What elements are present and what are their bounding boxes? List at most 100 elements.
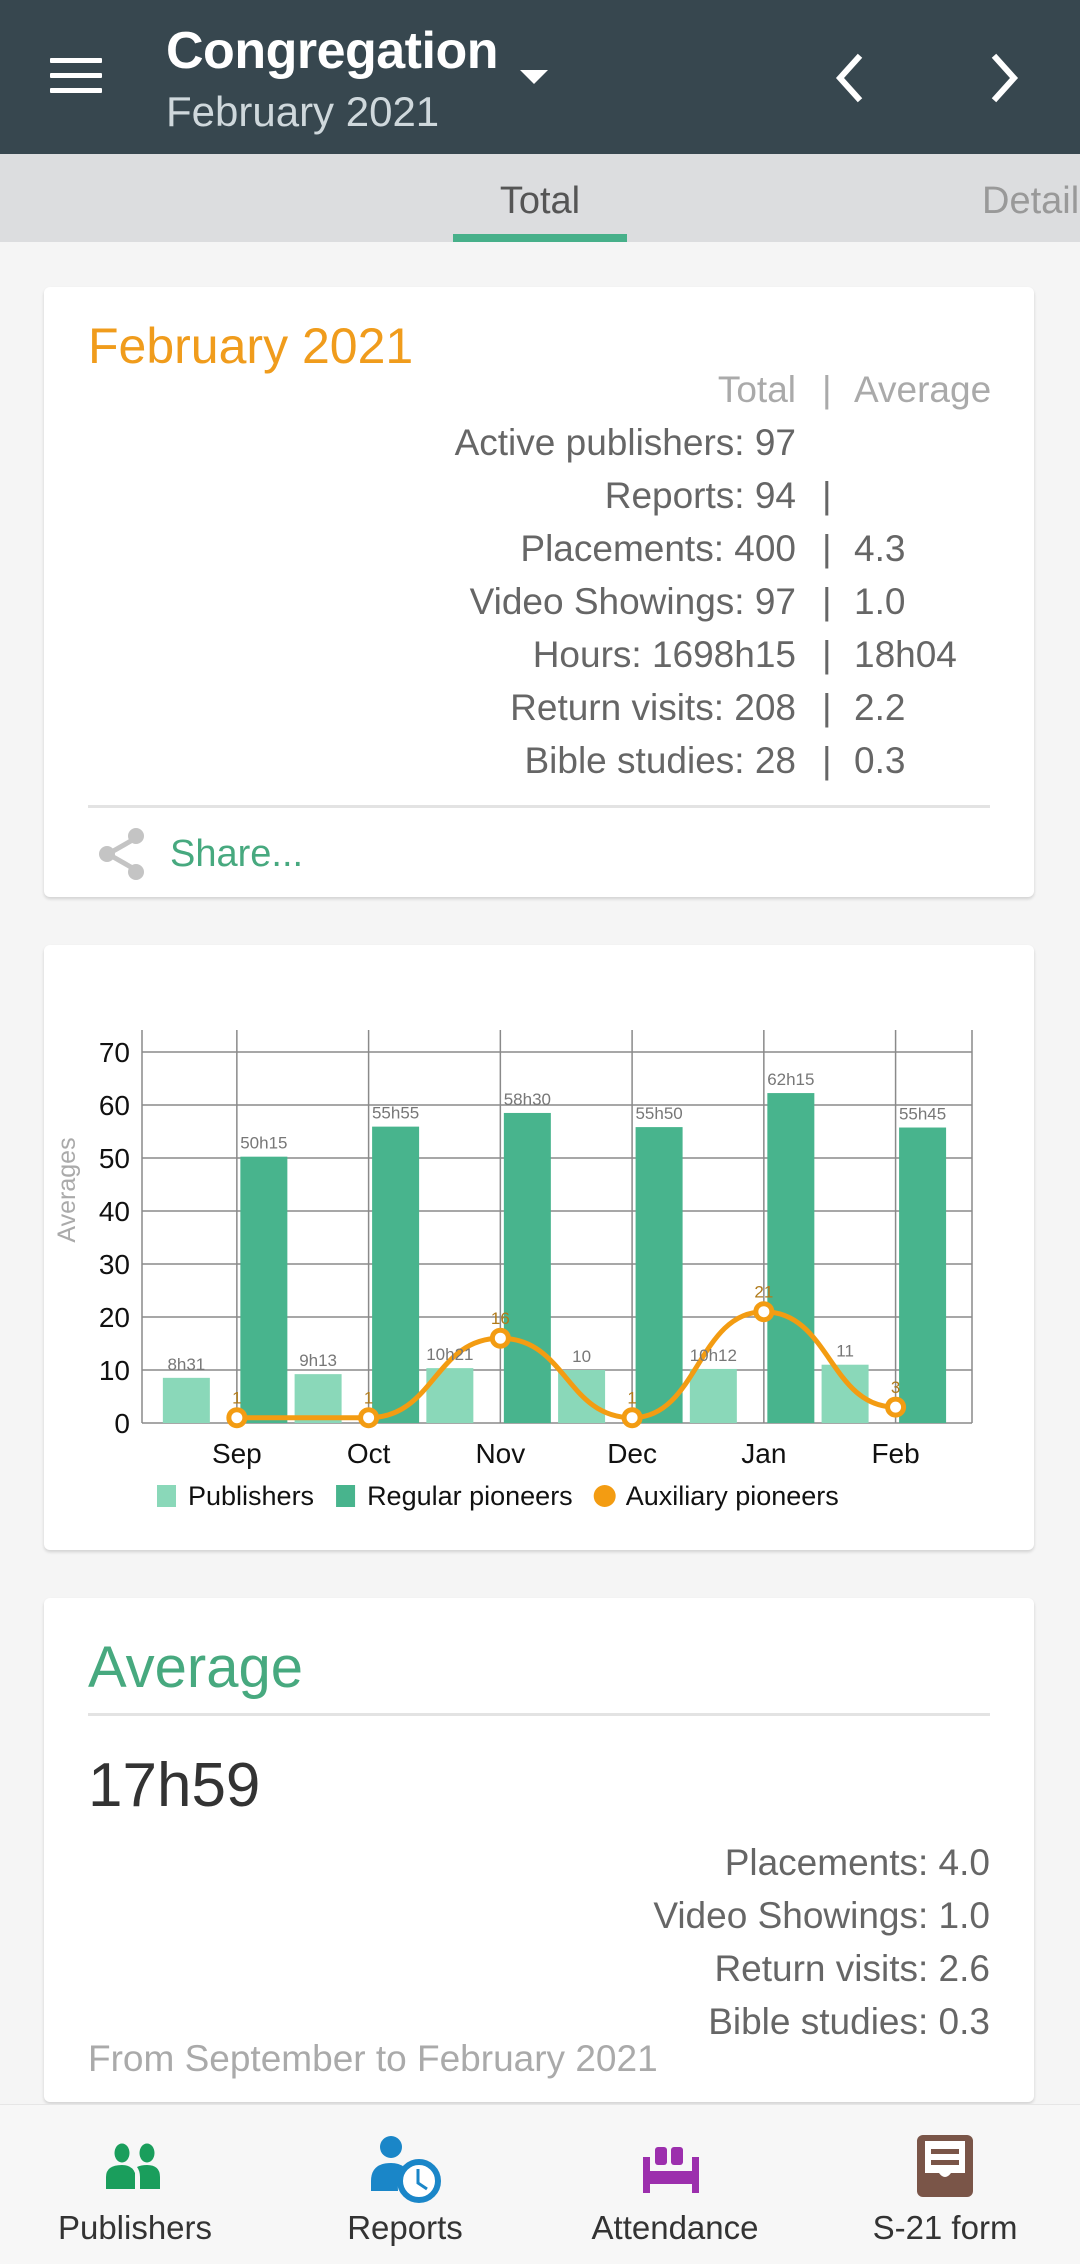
y-tick-label: 60: [99, 1090, 130, 1121]
chart-legend: Publishers Regular pioneers Auxiliary pion…: [157, 1481, 839, 1511]
nav-label: Publishers: [57, 2209, 213, 2246]
y-axis-label: Averages: [53, 1137, 81, 1242]
line-point: [753, 1301, 775, 1323]
bar-value-label: 62h15: [767, 1070, 814, 1089]
averages-chart-card: 8h31 9h13 10h21 10 10h12 11 50h15 55h55 58h30 55h…: [44, 945, 1034, 1550]
line-value-label: 1: [232, 1389, 241, 1408]
stat-label: Video Showings: 97: [469, 581, 796, 622]
tab-detail[interactable]: Detail: [982, 154, 1079, 242]
bar-value-label: 55h45: [899, 1105, 946, 1124]
average-card: Average 17h59 Placements: 4.0 Video Show…: [44, 1598, 1034, 2102]
average-date-range: From September to February 2021: [88, 2038, 658, 2079]
stat-separator: |: [822, 687, 832, 728]
bar-value-label: 10h12: [690, 1346, 737, 1365]
bar-regular-pioneers: [899, 1127, 947, 1423]
average-hours: 17h59: [88, 1751, 261, 1820]
nav-label: Attendance: [591, 2209, 759, 2246]
nav-label: S-21 form: [872, 2209, 1018, 2246]
stats-header-row: Total | Average: [44, 369, 1034, 422]
congregation-selector[interactable]: Congregation February 2021: [166, 18, 498, 138]
x-tick-label: Oct: [347, 1438, 391, 1469]
line-point: [885, 1396, 907, 1418]
bar-regular-pioneers: [635, 1127, 683, 1423]
average-return-visits: Return visits: 2.6: [714, 1948, 990, 1989]
legend-swatch: [593, 1485, 616, 1507]
line-value-label: 3: [891, 1378, 900, 1397]
stat-average: 2.2: [854, 687, 906, 728]
y-tick-label: 10: [99, 1355, 130, 1386]
stat-label: Hours: 1698h15: [532, 634, 796, 675]
nav-publishers[interactable]: Publishers: [0, 2105, 270, 2264]
average-bible-studies: Bible studies: 0.3: [708, 2001, 990, 2042]
chevron-right-icon: [991, 53, 1019, 103]
person-clock-icon: [367, 2131, 443, 2207]
stat-separator: |: [822, 634, 832, 675]
legend-label: Auxiliary pioneers: [626, 1481, 839, 1511]
share-icon: [99, 828, 144, 880]
previous-month-button[interactable]: [822, 50, 878, 106]
stat-average: 0.3: [854, 740, 906, 781]
x-tick-label: Feb: [871, 1438, 919, 1469]
seat-icon: [637, 2131, 713, 2207]
stat-row-video-showings: Video Showings: 97 | 1.0: [44, 581, 1034, 634]
stat-separator: |: [822, 528, 832, 569]
card-divider: [88, 805, 990, 808]
line-value-label: 16: [491, 1309, 510, 1328]
stat-separator: |: [822, 740, 832, 781]
menu-icon-bar: [50, 73, 102, 78]
header-total: Total: [717, 369, 796, 410]
bar-value-label: 9h13: [299, 1351, 337, 1370]
page-title: Congregation: [166, 22, 498, 80]
bar-value-label: 8h31: [167, 1355, 205, 1374]
line-point: [358, 1407, 380, 1429]
stat-label: Placements: 400: [520, 528, 796, 569]
tab-total[interactable]: Total: [453, 154, 627, 242]
nav-attendance[interactable]: Attendance: [540, 2105, 810, 2264]
stat-row-bible-studies: Bible studies: 28 | 0.3: [44, 740, 1034, 793]
bar-value-label: 10h21: [426, 1345, 473, 1364]
bar-regular-pioneers: [767, 1093, 815, 1423]
next-month-button[interactable]: [976, 50, 1032, 106]
y-tick-label: 30: [99, 1249, 130, 1280]
month-summary-card: February 2021 Total | Average Active pub…: [44, 287, 1034, 897]
menu-icon-bar: [50, 88, 102, 93]
line-value-label: 1: [627, 1389, 636, 1408]
average-video-showings: Video Showings: 1.0: [653, 1895, 990, 1936]
bar-value-label: 58h30: [504, 1090, 551, 1109]
x-tick-label: Dec: [607, 1438, 657, 1469]
line-point: [621, 1407, 643, 1429]
line-value-label: 21: [754, 1283, 773, 1302]
bar-value-label: 50h15: [240, 1134, 287, 1153]
tab-bar: Total Detail: [0, 154, 1080, 242]
stat-separator: |: [822, 581, 832, 622]
y-tick-label: 0: [114, 1408, 130, 1439]
header-average: Average: [854, 369, 992, 410]
page-subtitle: February 2021: [166, 88, 440, 135]
stat-separator: |: [822, 475, 832, 516]
legend-swatch: [157, 1485, 176, 1507]
people-icon: [97, 2131, 173, 2207]
menu-button[interactable]: [50, 58, 102, 94]
dropdown-caret-icon[interactable]: [520, 70, 548, 84]
share-button[interactable]: Share...: [94, 824, 303, 884]
share-label: Share...: [170, 832, 304, 875]
stat-row-placements: Placements: 400 | 4.3: [44, 528, 1034, 581]
nav-reports[interactable]: Reports: [270, 2105, 540, 2264]
header-separator: |: [822, 369, 832, 410]
stats-table: Total | Average Active publishers: 97 Re…: [44, 369, 1034, 793]
bar-regular-pioneers: [240, 1156, 288, 1423]
stat-label: Bible studies: 28: [524, 740, 796, 781]
stat-label: Reports: 94: [604, 475, 796, 516]
average-stats-list: Placements: 4.0 Video Showings: 1.0 Retu…: [653, 1836, 990, 2048]
stat-row-hours: Hours: 1698h15 | 18h04: [44, 634, 1034, 687]
bar-value-label: 10: [572, 1347, 591, 1366]
x-tick-label: Sep: [212, 1438, 262, 1469]
bar-regular-pioneers: [503, 1112, 551, 1423]
menu-icon-bar: [50, 58, 102, 63]
stat-average: 18h04: [854, 634, 957, 675]
line-point: [489, 1327, 511, 1349]
stat-average: 1.0: [854, 581, 906, 622]
nav-s21-form[interactable]: S-21 form: [810, 2105, 1080, 2264]
stat-label: Return visits: 208: [510, 687, 796, 728]
card-divider: [88, 1713, 990, 1716]
